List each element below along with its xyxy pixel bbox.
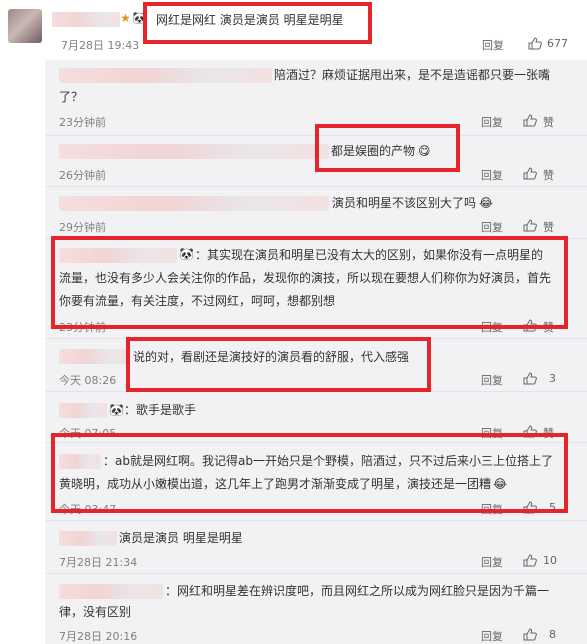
username-blurred[interactable] bbox=[59, 68, 272, 83]
like-icon[interactable] bbox=[523, 372, 537, 385]
divider bbox=[45, 391, 587, 392]
username-blurred[interactable] bbox=[59, 196, 329, 211]
reply-list: 陪酒过？麻烦证据甩出来，是不是造谣都只要一张嘴 了？ 23分钟前 回复 赞 都是… bbox=[45, 60, 587, 644]
reply-button[interactable]: 回复 bbox=[481, 372, 503, 388]
like-icon[interactable] bbox=[528, 37, 542, 50]
like-label[interactable]: 赞 bbox=[543, 319, 554, 335]
reply-button[interactable]: 回复 bbox=[481, 167, 503, 183]
divider bbox=[45, 186, 587, 187]
panda-emoji-icon: 🐼 bbox=[109, 403, 124, 417]
like-label[interactable]: 赞 bbox=[543, 425, 554, 441]
like-count: 677 bbox=[547, 37, 568, 50]
reply-time: 26分钟前 bbox=[59, 169, 106, 182]
like-label[interactable]: 赞 bbox=[543, 167, 554, 183]
reply-text: 都是娱圈的产物 bbox=[331, 144, 416, 158]
reply-text: 演员和明星不该区别大了吗 bbox=[332, 196, 477, 210]
reply-time: 今天 08:26 bbox=[59, 374, 117, 387]
reply-text: 说的对，看剧还是演技好的演员看的舒服，代入感强 bbox=[133, 350, 410, 364]
yum-emoji-icon: 😋 bbox=[418, 144, 431, 158]
username-blurred[interactable] bbox=[59, 349, 129, 364]
divider bbox=[45, 573, 587, 574]
reply-button[interactable]: 回复 bbox=[482, 37, 504, 53]
reply-text: ：ab就是网红啊。我记得ab一开始只是个野模，陪酒过，只不过后来小三上位搭上了 bbox=[103, 454, 553, 468]
reply-text: 演员是演员 明星是明星 bbox=[119, 531, 243, 545]
main-comment-text: 网红是网红 演员是演员 明星是明星 bbox=[156, 13, 344, 27]
divider bbox=[45, 238, 587, 239]
divider bbox=[45, 520, 587, 521]
reply-button[interactable]: 回复 bbox=[481, 319, 503, 335]
username-blurred[interactable] bbox=[59, 454, 101, 469]
like-icon[interactable] bbox=[523, 219, 537, 232]
reply-text: ：歌手是歌手 bbox=[124, 403, 197, 417]
avatar[interactable] bbox=[8, 9, 42, 43]
reply-text-continued: 黄晓明，成功从小嫩模出道，这几年上了跑男才渐渐变成了明星，演技还是一团糟 bbox=[59, 477, 492, 491]
like-icon[interactable] bbox=[523, 501, 537, 514]
like-icon[interactable] bbox=[523, 167, 537, 180]
like-label[interactable]: 赞 bbox=[543, 219, 554, 235]
like-count: 8 bbox=[549, 628, 556, 641]
reply-text-continued: 你要有流量，有关注度，不过网红，呵呵，想都别想 bbox=[59, 294, 336, 308]
laughing-emoji-icon: 😂 bbox=[479, 196, 494, 210]
divider bbox=[45, 135, 587, 136]
like-icon[interactable] bbox=[523, 628, 537, 641]
divider bbox=[45, 442, 587, 443]
reply-time: 23分钟前 bbox=[59, 116, 106, 129]
like-icon[interactable] bbox=[523, 319, 537, 332]
panda-emoji-icon: 🐼 bbox=[132, 11, 147, 25]
reply-button[interactable]: 回复 bbox=[481, 114, 503, 130]
reply-text: ：网红和明星差在辨识度吧，而且网红之所以成为网红脸只是因为千篇一 bbox=[165, 584, 550, 598]
like-icon[interactable] bbox=[523, 114, 537, 127]
username-blurred[interactable] bbox=[59, 584, 163, 599]
username-blurred[interactable] bbox=[59, 403, 107, 418]
like-count: 5 bbox=[549, 501, 556, 514]
reply-text-continued: 流量，也没有多少人会关注你的作品，发现你的演技，所以现在要想人们称你为好演员，首… bbox=[59, 271, 552, 285]
laughing-emoji-icon: 😂 bbox=[493, 477, 508, 491]
username-blurred[interactable] bbox=[59, 248, 177, 263]
reply-text-continued: 律，没有区别 bbox=[59, 605, 132, 619]
reply-button[interactable]: 回复 bbox=[481, 628, 503, 644]
main-comment: ★ 🐼 网红是网红 演员是演员 明星是明星 7月28日 19:43 回复 677 bbox=[0, 0, 587, 60]
reply-text: 陪酒过？麻烦证据甩出来，是不是造谣都只要一张嘴 bbox=[274, 68, 551, 82]
panda-emoji-icon: 🐼 bbox=[179, 247, 194, 261]
reply-button[interactable]: 回复 bbox=[481, 425, 503, 441]
divider bbox=[45, 338, 587, 339]
reply-text-continued: 了？ bbox=[59, 90, 84, 104]
like-icon[interactable] bbox=[523, 554, 537, 567]
username-blurred[interactable] bbox=[52, 12, 120, 27]
like-count: 10 bbox=[543, 554, 557, 567]
like-icon[interactable] bbox=[523, 425, 537, 438]
reply-time: 7月28日 21:34 bbox=[59, 556, 138, 569]
reply-time: 7月28日 20:16 bbox=[59, 630, 138, 643]
reply-time: 23分钟前 bbox=[59, 321, 106, 334]
like-count: 3 bbox=[549, 372, 556, 385]
reply-time: 今天 07:05 bbox=[59, 427, 117, 440]
username-blurred[interactable] bbox=[59, 144, 329, 159]
username-blurred[interactable] bbox=[59, 531, 117, 546]
reply-time: 今天 03:47 bbox=[59, 503, 117, 516]
reply-button[interactable]: 回复 bbox=[481, 219, 503, 235]
reply-text: ：其实现在演员和明星已没有太大的区别，如果你没有一点明星的 bbox=[195, 248, 544, 262]
reply-button[interactable]: 回复 bbox=[481, 554, 503, 570]
reply-time: 29分钟前 bbox=[59, 221, 106, 234]
verified-badge-icon: ★ bbox=[120, 11, 131, 25]
main-comment-time: 7月28日 19:43 bbox=[61, 39, 140, 52]
reply-button[interactable]: 回复 bbox=[481, 501, 503, 517]
like-label[interactable]: 赞 bbox=[543, 114, 554, 130]
